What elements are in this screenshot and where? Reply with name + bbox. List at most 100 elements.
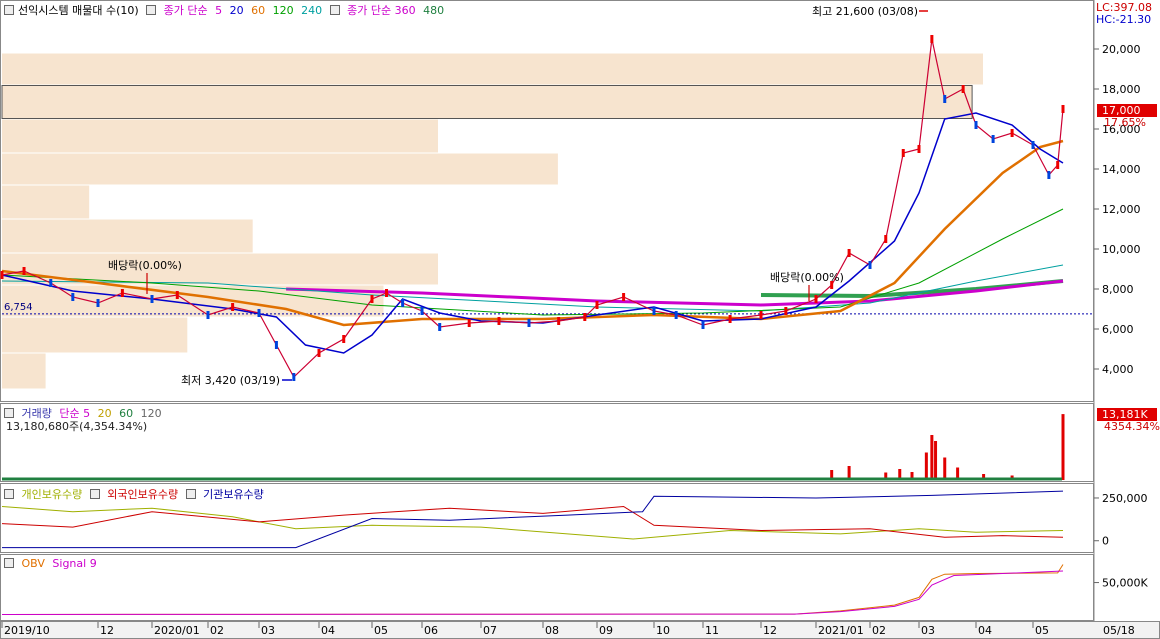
- price-candle: [150, 295, 154, 303]
- price-y-tick-label: 6,000: [1102, 323, 1134, 336]
- x-axis-tick-label: 05: [374, 624, 388, 637]
- price-y-tick-label: 18,000: [1102, 83, 1141, 96]
- volume-bar: [930, 435, 934, 480]
- price-candle: [595, 301, 599, 309]
- price-y-tick-label: 14,000: [1102, 163, 1141, 176]
- price-candle: [120, 289, 124, 297]
- volume-profile-bar: [1, 85, 973, 119]
- price-y-tick-label: 10,000: [1102, 243, 1141, 256]
- price-candle: [370, 295, 374, 303]
- price-candle: [759, 311, 763, 319]
- x-axis-tick-label: 02: [210, 624, 224, 637]
- high-price-annotation: 최고 21,600 (03/08): [812, 5, 918, 18]
- x-axis-tick-label: 02: [872, 624, 886, 637]
- obv-y-tick-label: 50,000K: [1102, 577, 1148, 590]
- price-candle: [961, 85, 965, 93]
- price-candle: [622, 293, 626, 301]
- price-candle: [1010, 129, 1014, 137]
- price-candle: [884, 235, 888, 243]
- price-candle: [1047, 171, 1051, 179]
- holdings-line: [2, 490, 1064, 549]
- price-candle: [1056, 161, 1060, 169]
- price-candle: [930, 35, 934, 43]
- price-candle: [1031, 141, 1035, 149]
- x-axis-tick-label: 04: [978, 624, 992, 637]
- holdings-y-tick-label: 0: [1102, 535, 1109, 548]
- volume-bar: [943, 457, 947, 480]
- volume-bar: [934, 441, 938, 480]
- price-candle: [527, 319, 531, 327]
- y-axes: 20,00018,00016,00014,00012,00010,0008,00…: [1094, 1, 1160, 590]
- volume-profile-bar: [2, 185, 90, 219]
- price-candle: [342, 335, 346, 343]
- price-candle: [467, 319, 471, 327]
- chart-canvas[interactable]: 6,754 최고 21,600 (03/08) 최저 3,420 (03/19) 배…: [0, 0, 1160, 639]
- price-candle: [22, 267, 26, 275]
- price-candle: [814, 295, 818, 303]
- price-candle: [583, 313, 587, 321]
- price-candle: [943, 95, 947, 103]
- hc-label: HC:-21.30: [1096, 13, 1151, 26]
- price-candle: [49, 279, 53, 287]
- reference-line-label: 6,754: [4, 302, 33, 313]
- price-candle: [728, 315, 732, 323]
- x-axis-tick-label: 12: [763, 624, 777, 637]
- obv-lines: [1, 564, 1064, 615]
- price-candle: [175, 291, 179, 299]
- price-candle: [231, 303, 235, 311]
- current-price-change: 17.65%: [1104, 116, 1146, 129]
- holdings-lines: [1, 490, 1064, 549]
- price-y-tick-label: 12,000: [1102, 203, 1141, 216]
- x-axis-tick-label: 03: [261, 624, 275, 637]
- volume-bar: [924, 452, 928, 480]
- price-candle: [401, 299, 405, 307]
- price-candle: [868, 261, 872, 269]
- price-candle: [991, 135, 995, 143]
- price-candle: [257, 309, 261, 317]
- holdings-y-tick-label: 250,000: [1102, 492, 1148, 505]
- price-candle: [674, 311, 678, 319]
- price-candle: [847, 249, 851, 257]
- volume-profile-bar: [2, 219, 253, 253]
- x-axis-tick-label: 06: [424, 624, 438, 637]
- price-candle: [292, 373, 296, 381]
- price-candle: [385, 289, 389, 297]
- current-volume-change: 4354.34%: [1104, 420, 1160, 433]
- x-axis-tick-label: 2019/10: [4, 624, 50, 637]
- volume-bar: [1061, 414, 1065, 480]
- price-candle: [901, 149, 905, 157]
- x-axis-tick-label: 2021/01: [818, 624, 864, 637]
- price-candle: [917, 145, 921, 153]
- x-axis-last-label: 05/18: [1103, 624, 1135, 637]
- x-axis-tick-label: 09: [599, 624, 613, 637]
- price-candle: [557, 317, 561, 325]
- price-candle: [71, 293, 75, 301]
- x-axis-tick-label: 03: [921, 624, 935, 637]
- price-y-tick-label: 4,000: [1102, 363, 1134, 376]
- x-axis-tick-label: 07: [483, 624, 497, 637]
- x-axis-tick-label: 08: [545, 624, 559, 637]
- low-price-annotation: 최저 3,420 (03/19): [181, 374, 280, 387]
- volume-bars: [2, 414, 1065, 481]
- x-axis-tick-label: 10: [656, 624, 670, 637]
- price-candle: [274, 341, 278, 349]
- price-candle: [438, 323, 442, 331]
- price-candle: [784, 307, 788, 315]
- price-y-tick-label: 8,000: [1102, 283, 1134, 296]
- price-candle: [96, 299, 100, 307]
- price-candle: [974, 121, 978, 129]
- volume-profile-bar: [2, 53, 983, 85]
- holdings-line: [1, 505, 1064, 538]
- obv-line: [1, 564, 1064, 615]
- x-axis-tick-label: 05: [1035, 624, 1049, 637]
- volume-profile: [1, 53, 983, 389]
- price-candle: [317, 349, 321, 357]
- price-candle: [701, 321, 705, 329]
- volume-profile-bar: [2, 353, 46, 389]
- price-candle: [497, 317, 501, 325]
- ex-dividend-annotation: 배당락(0.00%): [770, 271, 844, 284]
- x-axis-tick-label: 2020/01: [154, 624, 200, 637]
- x-axis-tick-label: 04: [321, 624, 335, 637]
- obv-line: [1, 570, 1064, 615]
- x-axis-tick-label: 12: [100, 624, 114, 637]
